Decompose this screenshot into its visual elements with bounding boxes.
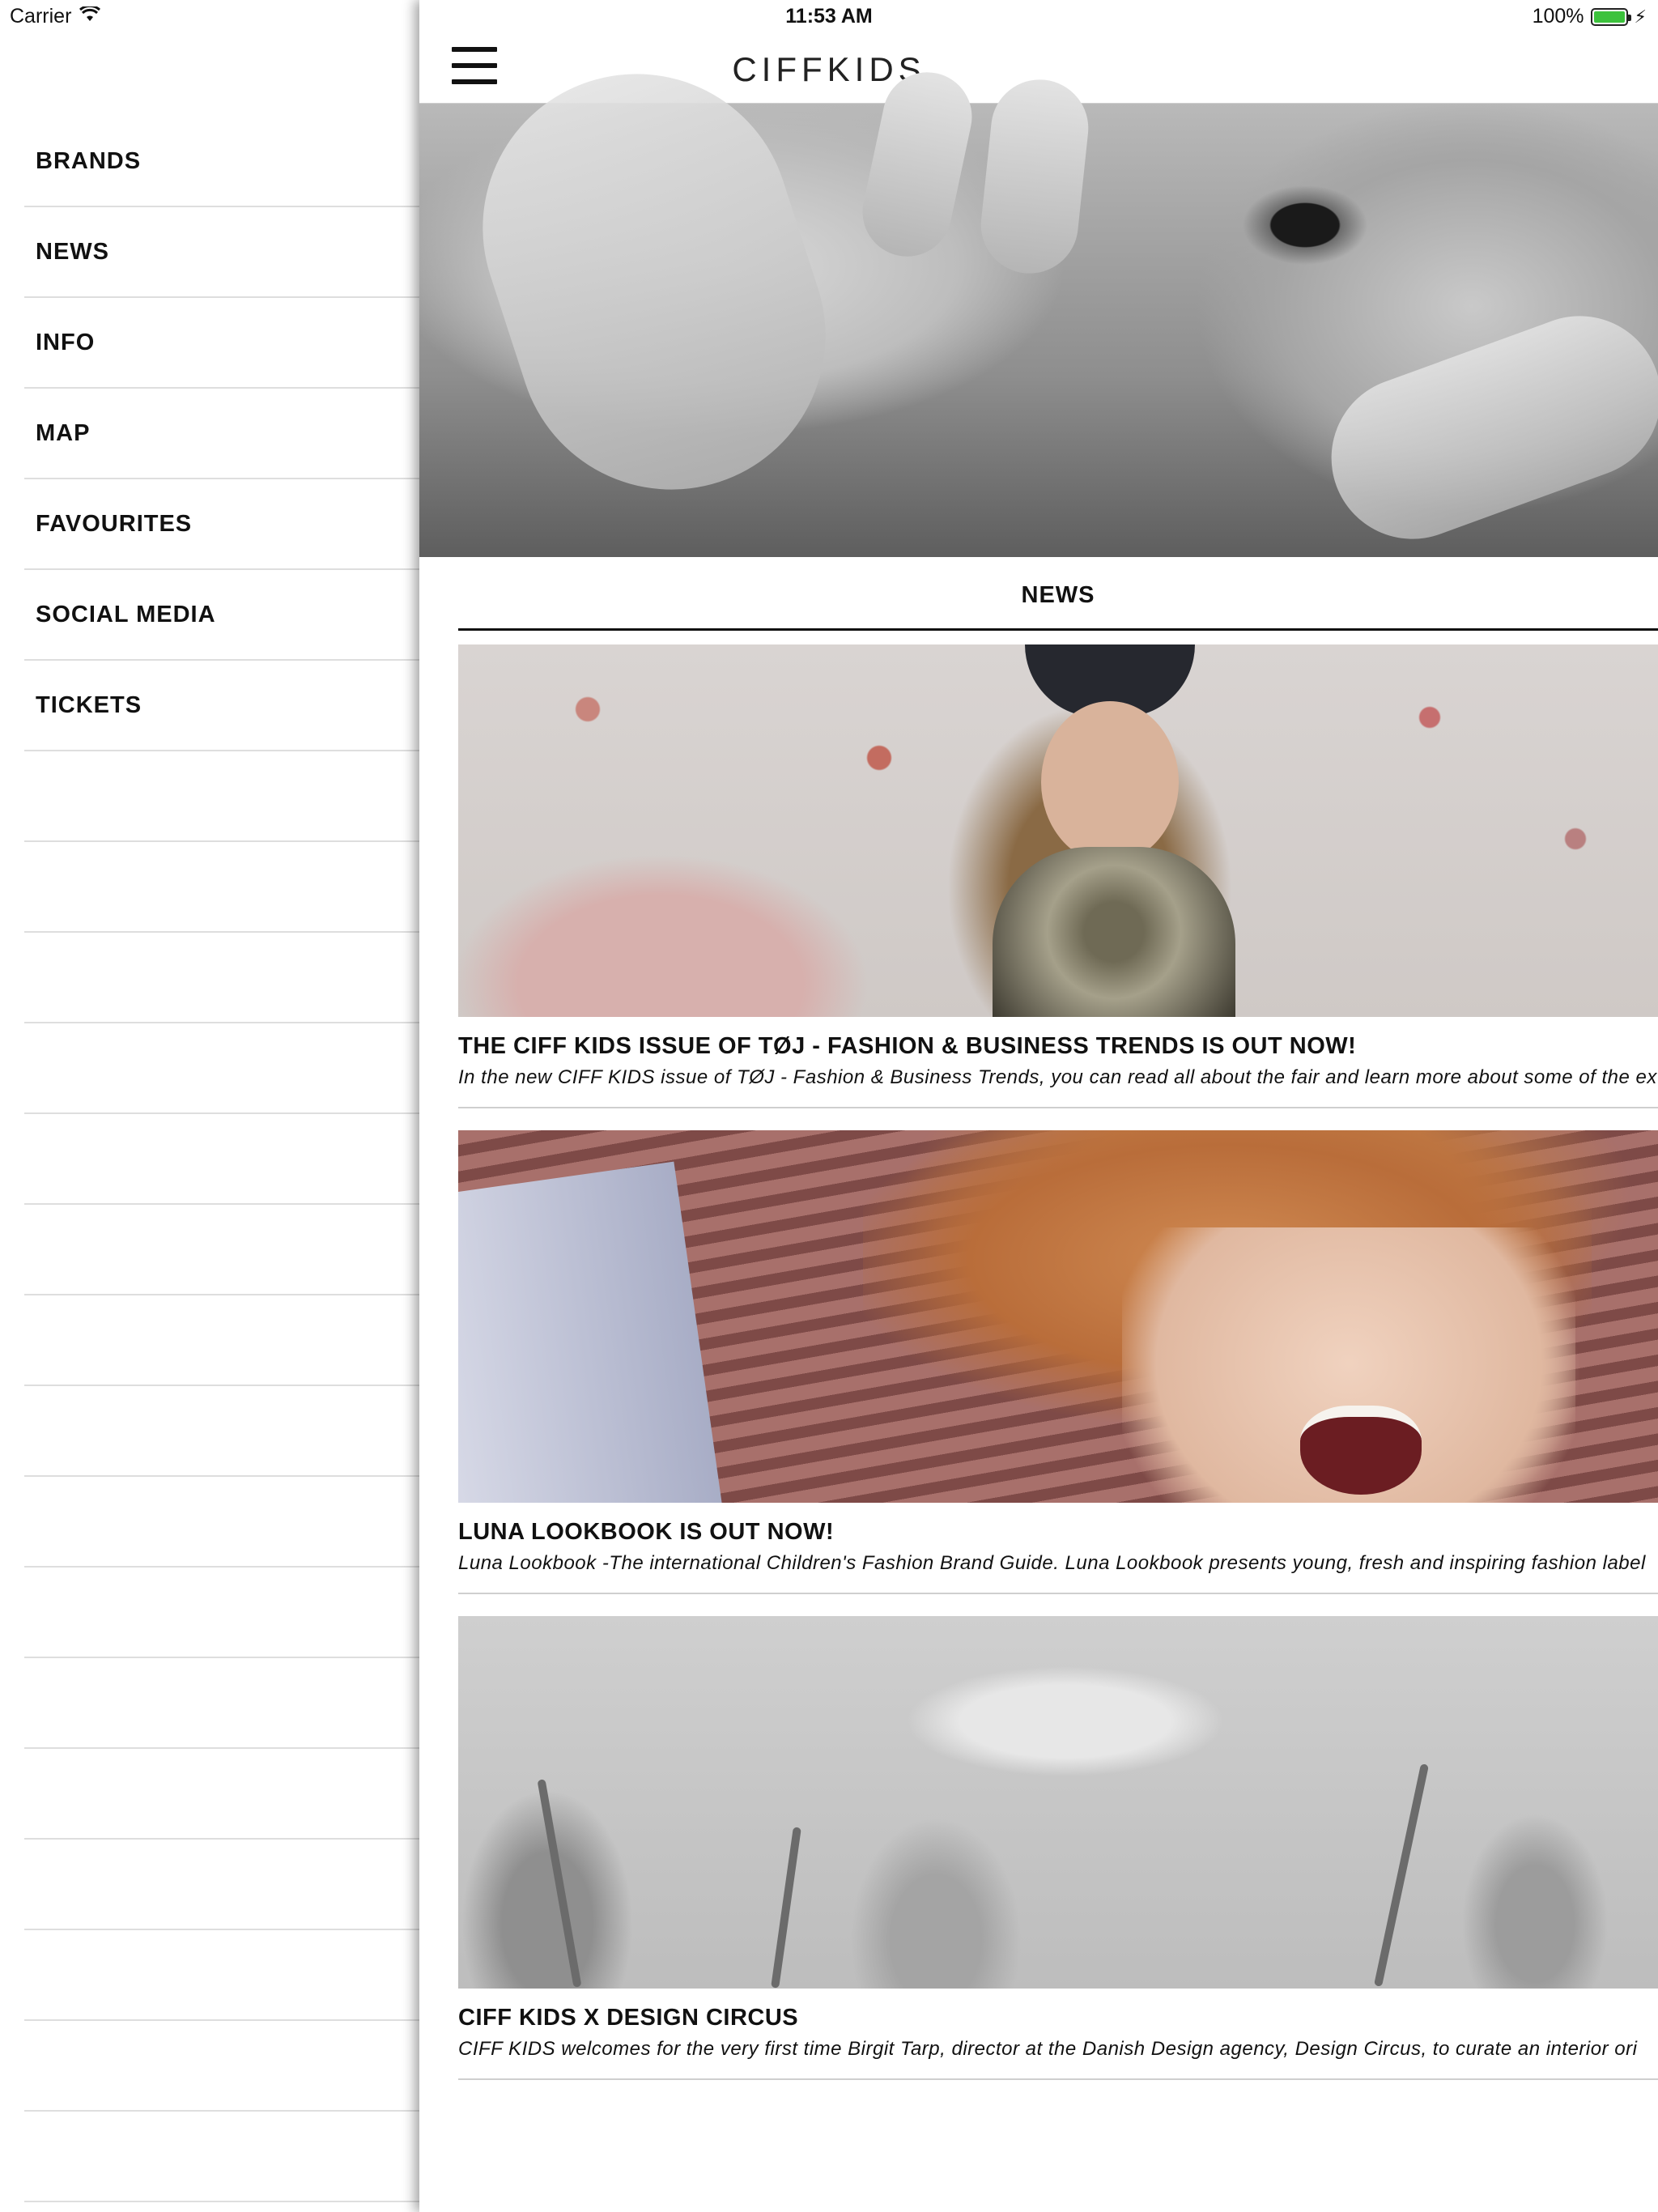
charging-icon: ⚡	[1634, 6, 1647, 27]
menu-item-favourites[interactable]: FAVOURITES	[24, 479, 419, 570]
menu-empty-row	[24, 1658, 419, 1749]
main-panel: CIFFKIDS NEWS THE CIFF KIDS ISSUE OF TØJ…	[419, 0, 1658, 2212]
news-article[interactable]: LUNA LOOKBOOK IS OUT NOW! Luna Lookbook …	[458, 1130, 1658, 1594]
menu-empty-row	[24, 1930, 419, 2021]
menu-empty-row	[24, 2112, 419, 2202]
menu-empty-row	[24, 751, 419, 842]
side-menu-list: BRANDS NEWS INFO MAP FAVOURITES SOCIAL M…	[24, 117, 419, 2202]
menu-empty-row	[24, 1023, 419, 1114]
article-image	[458, 644, 1658, 1017]
article-excerpt: In the new CIFF KIDS issue of TØJ - Fash…	[458, 1066, 1657, 1088]
menu-empty-row	[24, 1568, 419, 1658]
article-excerpt: CIFF KIDS welcomes for the very first ti…	[458, 2038, 1638, 2060]
menu-empty-row	[24, 1295, 419, 1386]
battery-indicator: 100% ⚡	[1533, 5, 1647, 28]
news-article[interactable]: CIFF KIDS X DESIGN CIRCUS CIFF KIDS welc…	[458, 1616, 1658, 2080]
article-title: THE CIFF KIDS ISSUE OF TØJ - FASHION & B…	[458, 1033, 1357, 1059]
news-section-title: NEWS	[1021, 582, 1095, 608]
status-time: 11:53 AM	[0, 5, 1658, 28]
menu-item-news[interactable]: NEWS	[24, 207, 419, 298]
battery-percentage: 100%	[1532, 5, 1584, 28]
hero-image	[419, 34, 1658, 562]
menu-empty-row	[24, 1840, 419, 1930]
menu-empty-row	[24, 933, 419, 1023]
menu-empty-row	[24, 1749, 419, 1840]
menu-empty-row	[24, 1205, 419, 1295]
section-divider	[458, 628, 1658, 631]
menu-item-tickets[interactable]: TICKETS	[24, 661, 419, 751]
article-image	[458, 1616, 1658, 1989]
menu-item-brands[interactable]: BRANDS	[24, 117, 419, 207]
menu-empty-row	[24, 1477, 419, 1568]
article-image	[458, 1130, 1658, 1503]
menu-item-map[interactable]: MAP	[24, 389, 419, 479]
menu-empty-row	[24, 2021, 419, 2112]
menu-empty-row	[24, 842, 419, 933]
article-title: CIFF KIDS X DESIGN CIRCUS	[458, 2005, 799, 2031]
article-title: LUNA LOOKBOOK IS OUT NOW!	[458, 1519, 835, 1545]
menu-item-info[interactable]: INFO	[24, 298, 419, 389]
status-bar: Carrier 11:53 AM 100% ⚡	[0, 0, 1658, 32]
battery-icon	[1590, 7, 1631, 26]
time-label: 11:53 AM	[785, 5, 873, 28]
menu-item-social-media[interactable]: SOCIAL MEDIA	[24, 570, 419, 661]
news-article[interactable]: THE CIFF KIDS ISSUE OF TØJ - FASHION & B…	[458, 644, 1658, 1108]
menu-empty-row	[24, 1114, 419, 1205]
side-menu: BRANDS NEWS INFO MAP FAVOURITES SOCIAL M…	[0, 0, 419, 2212]
article-excerpt: Luna Lookbook -The international Childre…	[458, 1552, 1646, 1574]
menu-empty-row	[24, 1386, 419, 1477]
